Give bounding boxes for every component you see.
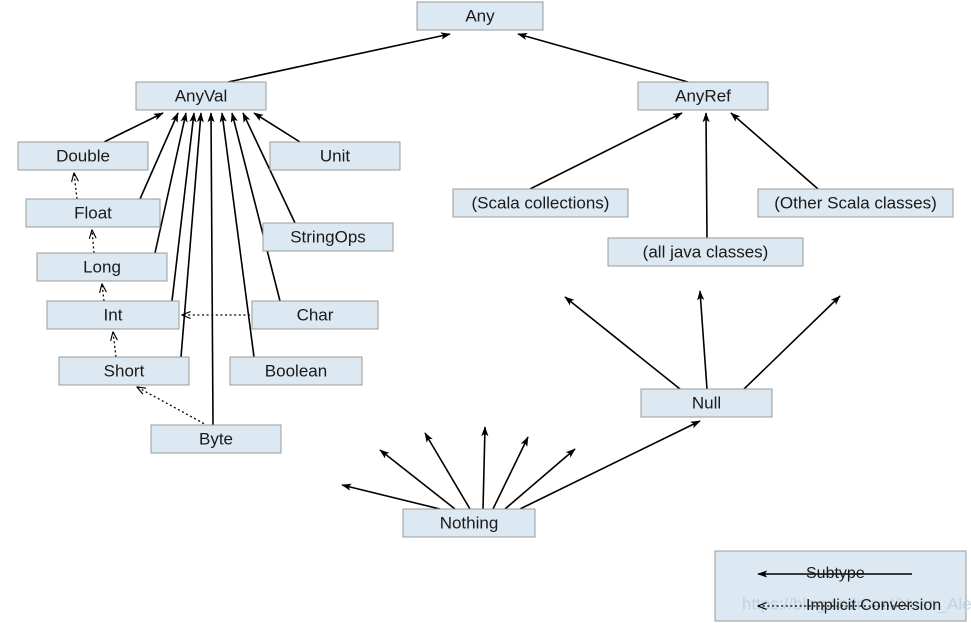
node-byte[interactable]: Byte [150, 424, 282, 454]
subtype-edge-nothing-to-free9 [341, 483, 441, 510]
implicit-edge-int-to-long [99, 283, 107, 302]
node-label-int: Int [104, 305, 123, 324]
node-anyval[interactable]: AnyVal [135, 81, 267, 111]
node-label-unit: Unit [320, 146, 351, 165]
subtype-edge-anyval-to-any [227, 32, 451, 83]
node-boolean[interactable]: Boolean [229, 356, 363, 386]
subtype-edge-unit-to-anyval [253, 112, 301, 143]
legend-label-subtype: Subtype [806, 565, 865, 582]
node-label-alljava: (all java classes) [643, 242, 769, 261]
node-float[interactable]: Float [25, 198, 161, 228]
node-label-otherscala: (Other Scala classes) [774, 193, 937, 212]
node-any[interactable]: Any [416, 1, 544, 31]
node-nothing[interactable]: Nothing [402, 508, 536, 538]
node-label-byte: Byte [199, 429, 233, 448]
node-label-nothing: Nothing [440, 513, 499, 532]
node-scalacollections[interactable]: (Scala collections) [452, 188, 629, 218]
subtype-edge-int-to-anyval [171, 112, 197, 302]
node-alljava[interactable]: (all java classes) [607, 237, 804, 267]
node-label-char: Char [297, 305, 334, 324]
subtype-edge-otherscala-to-anyref [730, 112, 819, 190]
subtype-edge-null-to-free3 [743, 295, 841, 390]
subtype-edge-nothing-to-free5 [492, 436, 529, 510]
node-anyref[interactable]: AnyRef [637, 81, 769, 111]
legend-label-implicit: Implicit Conversion [806, 597, 941, 614]
subtype-edge-anyref-to-any [517, 33, 689, 83]
subtype-edge-double-to-anyval [103, 112, 164, 143]
implicit-edge-long-to-float [88, 229, 97, 254]
implicit-edge-short-to-int [110, 331, 118, 358]
subtype-edge-nothing-to-free6 [481, 426, 489, 510]
node-unit[interactable]: Unit [269, 141, 401, 171]
node-label-scalacollections: (Scala collections) [472, 193, 610, 212]
subtype-edge-null-to-free2 [697, 290, 708, 390]
node-null[interactable]: Null [640, 388, 773, 418]
node-stringops[interactable]: StringOps [262, 222, 394, 252]
node-label-null: Null [692, 393, 721, 412]
node-label-long: Long [83, 257, 121, 276]
subtype-edge-nothing-to-free7 [424, 432, 471, 510]
subtype-edge-nothing-to-free8 [379, 449, 456, 510]
node-long[interactable]: Long [36, 252, 168, 282]
node-label-short: Short [104, 361, 145, 380]
node-label-any: Any [465, 6, 495, 25]
node-label-anyval: AnyVal [175, 86, 228, 105]
implicit-edge-float-to-double [71, 172, 79, 200]
subtype-edge-alljava-to-anyref [702, 112, 710, 239]
subtype-edge-null-to-free1 [564, 296, 681, 390]
node-short[interactable]: Short [58, 356, 190, 386]
subtype-edge-short-to-anyval [180, 112, 204, 358]
subtype-edge-boolean-to-anyval [219, 112, 255, 358]
type-hierarchy-diagram: Any AnyVal AnyRef Double Unit Float StringOps L… [0, 0, 971, 623]
node-label-stringops: StringOps [290, 227, 366, 246]
subtype-edge-scalacollections-to-anyref [529, 112, 683, 190]
implicit-edge-byte-to-short [136, 386, 213, 429]
diagram-canvas: Any AnyVal AnyRef Double Unit Float StringOps L… [17, 1, 971, 622]
subtype-edge-byte-to-anyval [207, 112, 215, 426]
subtype-edge-long-to-anyval [154, 112, 188, 254]
node-label-float: Float [74, 203, 112, 222]
node-label-anyref: AnyRef [675, 86, 731, 105]
node-char[interactable]: Char [251, 300, 379, 330]
node-double[interactable]: Double [17, 141, 149, 171]
node-layer: Any AnyVal AnyRef Double Unit Float StringOps L… [17, 1, 954, 538]
node-otherscala[interactable]: (Other Scala classes) [757, 188, 954, 218]
node-int[interactable]: Int [46, 300, 180, 330]
node-label-double: Double [56, 146, 110, 165]
subtype-edge-nothing-to-null [519, 420, 701, 510]
node-label-boolean: Boolean [265, 361, 327, 380]
legend: https://blog.csdn.net/Yuan_Alex SubtypeI… [714, 550, 971, 622]
